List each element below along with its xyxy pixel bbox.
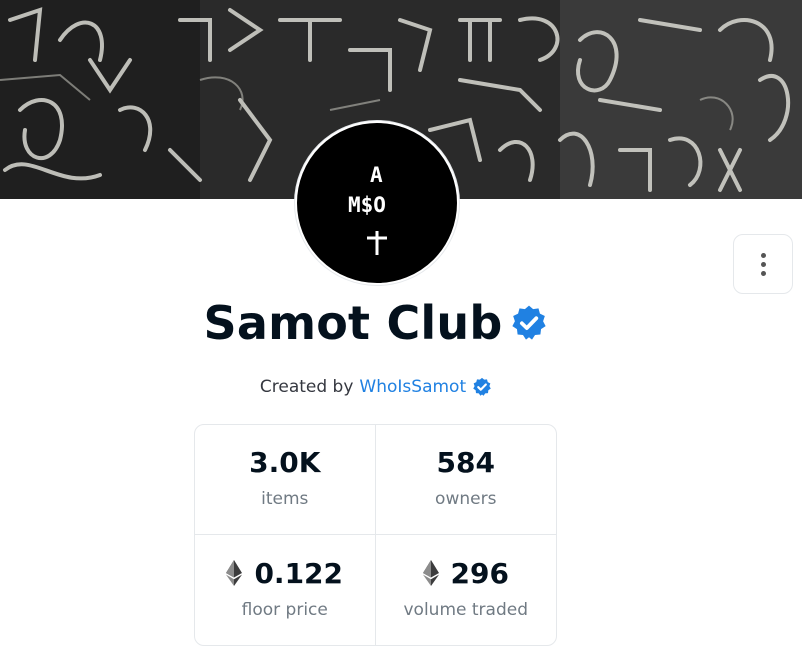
created-by-label: Created by <box>259 377 354 397</box>
stat-floor-price-label: floor price <box>241 599 328 620</box>
creator-link[interactable]: WhoIsSamot <box>359 377 466 397</box>
stat-volume-traded[interactable]: 296 volume traded <box>376 535 557 645</box>
more-options-button[interactable] <box>733 234 793 294</box>
stat-volume-traded-label: volume traded <box>403 599 529 620</box>
collection-title-row: Samot Club <box>0 296 752 350</box>
collection-stats: 3.0K items 584 owners 0.122 floor price <box>194 424 557 646</box>
collection-avatar: A M$O T <box>295 121 459 285</box>
stat-volume-traded-value: 296 <box>450 556 509 590</box>
more-vertical-icon <box>760 252 766 276</box>
stat-owners-value: 584 <box>436 446 495 479</box>
avatar-letter-middle: M$O <box>348 193 386 217</box>
stat-floor-price-value: 0.122 <box>254 556 344 590</box>
stat-owners-label: owners <box>435 489 497 509</box>
ethereum-icon <box>422 560 439 586</box>
verified-badge-icon <box>512 305 547 340</box>
collection-title: Samot Club <box>203 296 503 350</box>
avatar-letter-top: A <box>370 163 383 187</box>
creator-row: Created by WhoIsSamot <box>0 377 752 397</box>
stat-items-value: 3.0K <box>249 446 321 479</box>
stat-floor-price[interactable]: 0.122 floor price <box>195 535 376 645</box>
ethereum-icon <box>226 560 243 586</box>
stat-items-label: items <box>261 489 309 509</box>
creator-verified-badge-icon <box>473 377 491 396</box>
stat-items[interactable]: 3.0K items <box>195 425 376 535</box>
stat-owners[interactable]: 584 owners <box>375 425 556 535</box>
